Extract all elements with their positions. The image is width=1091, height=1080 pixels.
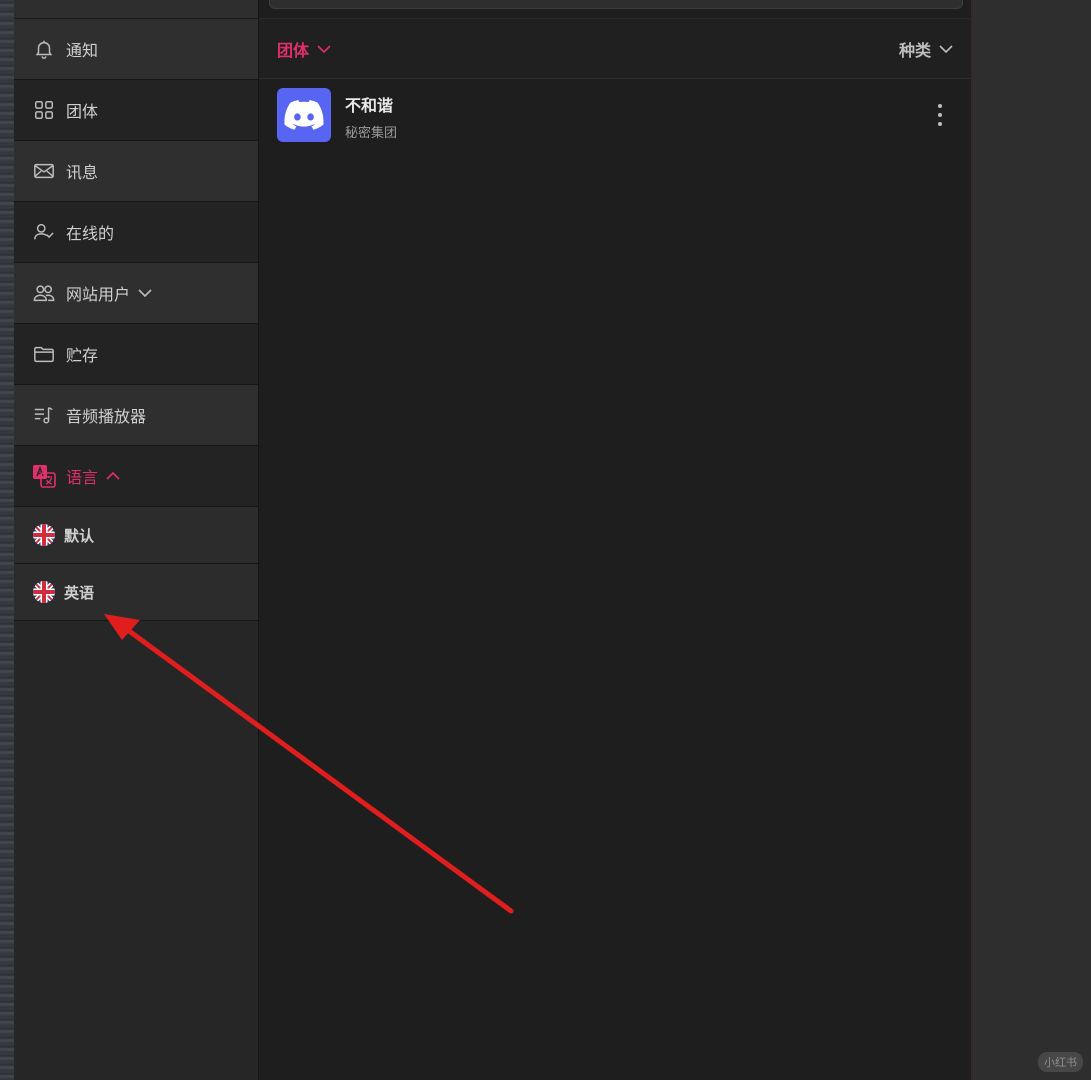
chevron-down-icon	[138, 288, 152, 298]
sidebar-item-label: 讯息	[66, 163, 99, 182]
uk-flag-icon	[32, 523, 56, 547]
group-filter-label: 团体	[277, 41, 310, 60]
group-list-item[interactable]: 不和谐 秘密集团	[259, 80, 971, 150]
right-background-area: 小红书	[973, 0, 1091, 1080]
sidebar-menu: 通知 团体 讯息 在线的 网站用户 贮存 音频播放器 语言	[14, 19, 258, 507]
sidebar-item-label: 在线的	[66, 224, 115, 243]
language-option-english[interactable]: 英语	[14, 564, 258, 621]
sidebar-top-spacer	[14, 0, 258, 19]
discord-icon	[277, 88, 331, 142]
envelope-icon	[32, 159, 56, 183]
menu-dot	[938, 104, 942, 108]
bell-icon	[32, 37, 56, 61]
sidebar-item-storage[interactable]: 贮存	[14, 324, 258, 385]
sidebar-item-label: 音频播放器	[66, 407, 147, 426]
sidebar-item-notifications[interactable]: 通知	[14, 19, 258, 80]
music-list-icon	[32, 403, 56, 427]
sidebar-item-label: 团体	[66, 102, 99, 121]
folder-icon	[32, 342, 56, 366]
left-background-strip	[0, 0, 14, 1080]
groups-header: 团体 种类	[259, 18, 971, 79]
group-filter-dropdown[interactable]: 团体	[277, 19, 331, 79]
watermark-badge: 小红书	[1038, 1052, 1083, 1072]
category-filter-dropdown[interactable]: 种类	[899, 19, 953, 79]
uk-flag-icon	[32, 580, 56, 604]
sidebar: 通知 团体 讯息 在线的 网站用户 贮存 音频播放器 语言 默认 英语	[14, 0, 258, 1080]
user-check-icon	[32, 220, 56, 244]
chevron-down-icon	[939, 44, 953, 54]
sidebar-item-messages[interactable]: 讯息	[14, 141, 258, 202]
group-name: 不和谐	[345, 96, 394, 115]
chevron-up-icon	[106, 471, 120, 481]
sidebar-item-site-users[interactable]: 网站用户	[14, 263, 258, 324]
search-bar[interactable]	[269, 0, 963, 9]
sidebar-item-language[interactable]: 语言	[14, 446, 258, 507]
language-submenu: 默认 英语	[14, 507, 258, 621]
main-panel: 团体 种类 不和谐 秘密集团	[258, 0, 972, 1080]
sidebar-item-online[interactable]: 在线的	[14, 202, 258, 263]
translate-icon	[32, 464, 56, 488]
grid-icon	[32, 98, 56, 122]
sidebar-item-audio-player[interactable]: 音频播放器	[14, 385, 258, 446]
users-icon	[32, 281, 56, 305]
sidebar-item-label: 贮存	[66, 346, 99, 365]
more-options-icon[interactable]	[933, 104, 947, 126]
menu-dot	[938, 113, 942, 117]
menu-dot	[938, 122, 942, 126]
group-description: 秘密集团	[345, 126, 398, 141]
language-option-default[interactable]: 默认	[14, 507, 258, 564]
category-filter-label: 种类	[898, 41, 931, 60]
sidebar-item-label: 语言	[66, 468, 99, 487]
chevron-down-icon	[317, 44, 331, 54]
language-option-label: 英语	[64, 583, 95, 602]
sidebar-item-label: 网站用户	[66, 285, 131, 304]
sidebar-item-label: 通知	[66, 41, 99, 60]
language-option-label: 默认	[64, 526, 95, 545]
sidebar-item-groups[interactable]: 团体	[14, 80, 258, 141]
